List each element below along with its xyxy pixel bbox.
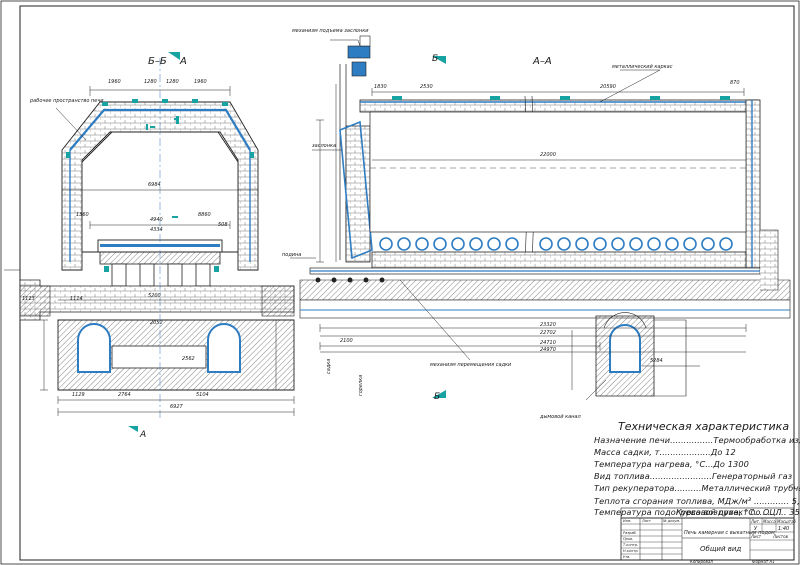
tb-row: Лист [642, 519, 651, 523]
dim-label: 2100 [340, 338, 353, 344]
callout-charge: садка [326, 358, 332, 374]
tb-copied: Копировал [690, 559, 713, 564]
spec-line: Вид топлива.......................Генера… [594, 471, 793, 481]
tb-scale-value: 1:40 [778, 526, 790, 532]
dim-label: 8860 [198, 212, 211, 218]
tb-row: Н.контр. [623, 549, 639, 553]
callout-burner: горелка [358, 374, 364, 396]
spec-line: Назначение печи................Термообра… [594, 435, 800, 445]
callout-lift-mechanism: механизм подъема заслонки [292, 28, 369, 34]
project-title: Курсовой проект по ОЦЛ [676, 508, 782, 517]
dim-label: 1960 [194, 79, 207, 85]
dim-label: 1360 [76, 212, 89, 218]
tb-scale: Масштаб [777, 519, 797, 524]
tb-sheet: Лист [751, 534, 762, 539]
dim-label: 6927 [170, 404, 183, 410]
dim-label: 24970 [540, 347, 556, 353]
dim-label: 508 [218, 222, 228, 228]
dim-label: 2530 [420, 84, 433, 90]
spec-line: Температура нагрева, °С...До 1300 [594, 459, 749, 469]
dim-label: 24710 [540, 340, 556, 346]
dim-label: 23320 [540, 322, 556, 328]
callout-working-space: рабочее пространство печи [30, 98, 104, 104]
callout-damper: заслонка [312, 143, 337, 149]
dim-label: 5200 [148, 293, 161, 299]
dim-label: 1114 [70, 296, 83, 302]
dim-label: 1960 [108, 79, 121, 85]
dim-label: 1280 [144, 79, 157, 85]
spec-heading: Техническая характеристика [618, 420, 790, 433]
view-name: Общий вид [700, 545, 742, 553]
dim-label: 1830 [374, 84, 387, 90]
tb-mark-u: У [754, 526, 758, 532]
dim-label: 2764 [118, 392, 131, 398]
dim-label: 870 [730, 80, 740, 86]
dim-label: 1129 [72, 392, 85, 398]
section-mark-b-top: Б [432, 54, 439, 64]
tb-format: Формат А1 [752, 559, 775, 564]
dim-label: 4940 [150, 217, 163, 223]
callout-flue: дымовой канал [540, 414, 581, 420]
dim-label: 22000 [540, 152, 556, 158]
section-mark-b-bottom: Б [434, 392, 441, 402]
tb-row: Разраб. [623, 531, 637, 535]
spec-line: Теплота сгорания топлива, МДж/м³ .......… [594, 496, 800, 506]
dim-label: 2052 [150, 320, 163, 326]
dim-label: 5104 [196, 392, 209, 398]
callout-bottom: подина [282, 252, 302, 258]
dim-label: 6984 [148, 182, 161, 188]
section-mark-a-top: А [180, 56, 187, 67]
dim-label: 22702 [540, 330, 556, 336]
dim-label: 1280 [166, 79, 179, 85]
dim-label: 4334 [150, 227, 163, 233]
dim-label: 20590 [600, 84, 616, 90]
dim-label: 5284 [650, 358, 663, 364]
section-mark-a-bottom: А [140, 430, 147, 440]
tb-mass: Масса [763, 519, 776, 524]
tb-row: Пров. [623, 537, 634, 541]
spec-line: Масса садки, т...................До 12 [594, 447, 736, 457]
dim-label: 1113 [22, 296, 35, 302]
tb-row: Т.контр. [623, 543, 639, 547]
callout-conveyor: механизм перемещения садки [430, 362, 512, 368]
tb-row: Утв. [623, 555, 631, 559]
callout-metal-frame: металлический каркас [612, 64, 673, 70]
drawing-name: Печь камерная с выкатным подом [684, 530, 775, 536]
tb-row: Изм. [623, 519, 632, 523]
tb-sheets: Листов [773, 534, 788, 539]
tb-row: № докум. [663, 519, 681, 523]
spec-line: Тип рекуператора..........Металлический … [594, 483, 800, 493]
section-bb-title: Б–Б [148, 56, 167, 67]
tb-lit: Лит. [751, 519, 761, 524]
section-aa-title: А–А [533, 56, 552, 67]
dim-label: 2562 [182, 356, 195, 362]
